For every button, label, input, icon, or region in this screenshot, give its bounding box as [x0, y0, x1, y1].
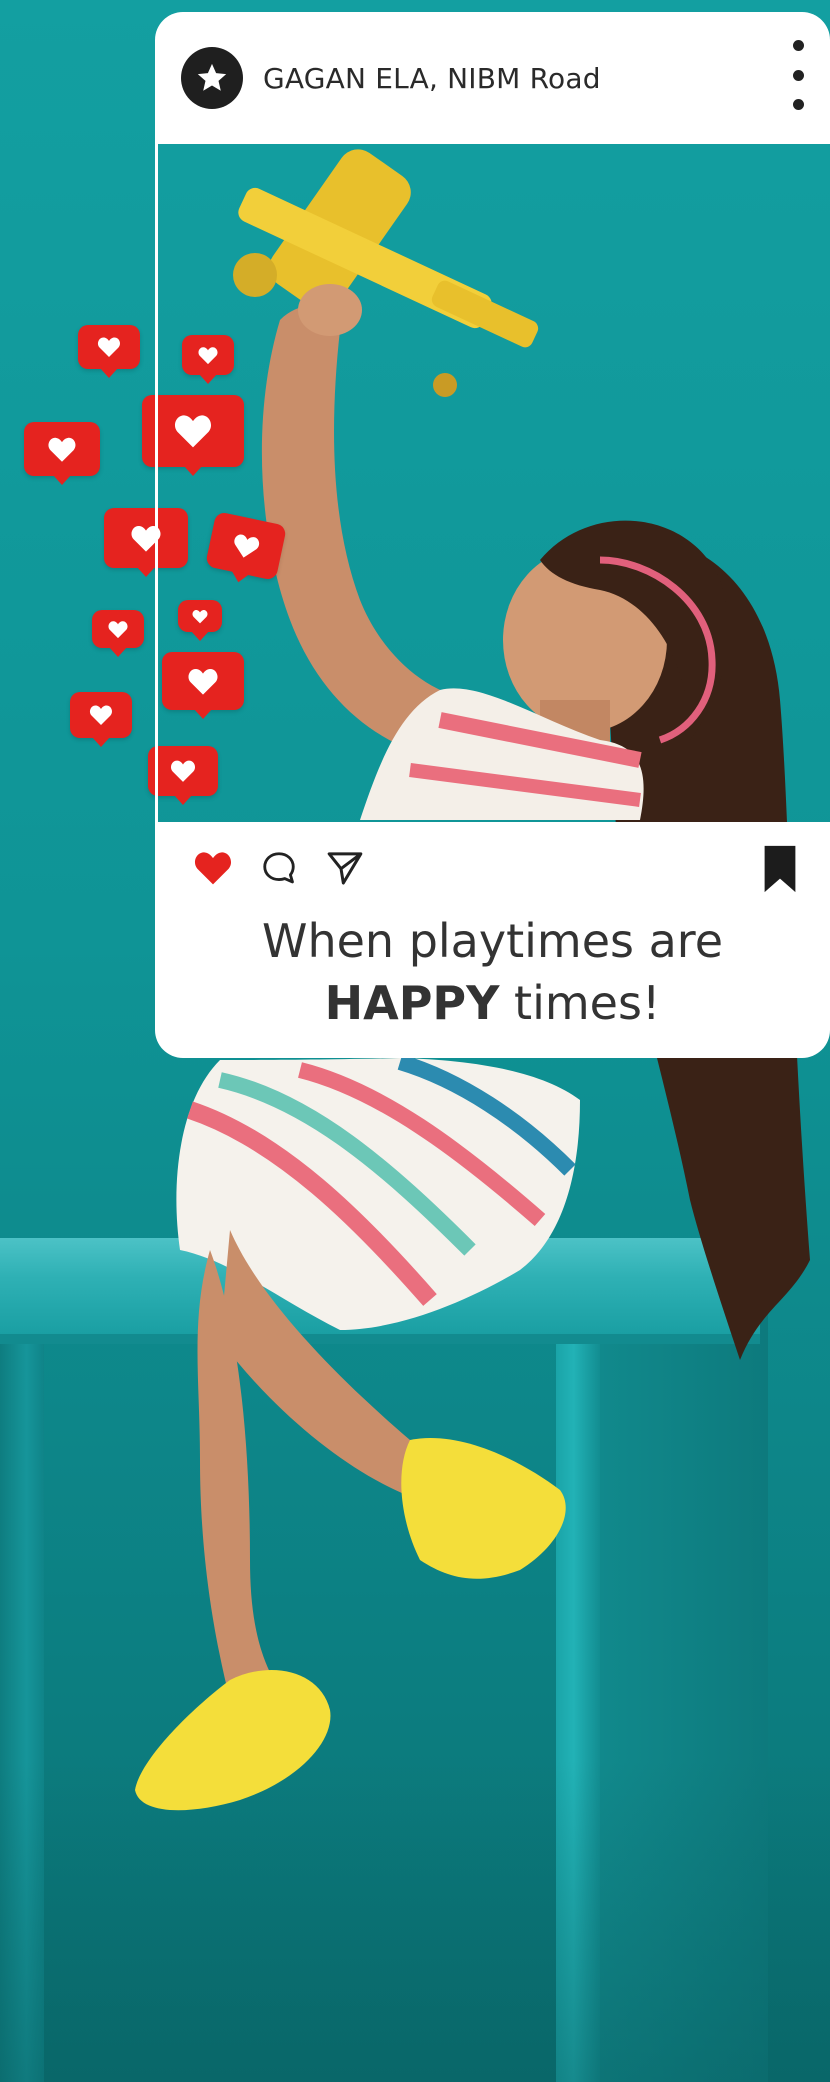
like-heart-sticker-icon	[78, 325, 140, 378]
like-heart-sticker-icon	[24, 422, 100, 485]
send-paper-plane-icon	[327, 852, 363, 885]
table-edge	[0, 1334, 760, 1344]
star-icon	[197, 63, 227, 91]
bookmark-button[interactable]	[760, 844, 800, 894]
bookmark-filled-icon	[764, 845, 796, 893]
like-heart-sticker-icon	[92, 610, 144, 657]
floor-shadow	[0, 1760, 830, 2082]
comment-button[interactable]	[257, 846, 301, 890]
more-options-button[interactable]	[784, 40, 812, 110]
ad-canvas: GAGAN ELA, NIBM Road When playtimes are …	[0, 0, 830, 2082]
account-name[interactable]: GAGAN ELA, NIBM Road	[263, 62, 601, 95]
table-top	[0, 1238, 760, 1334]
post-header: GAGAN ELA, NIBM Road	[155, 12, 830, 144]
caption-highlight: HAPPY	[324, 976, 500, 1030]
caption-rest: times!	[499, 976, 661, 1030]
post-caption: When playtimes are HAPPY times!	[155, 910, 830, 1034]
comment-bubble-icon	[263, 852, 295, 884]
like-heart-sticker-icon	[182, 335, 234, 384]
like-heart-sticker-icon	[162, 652, 244, 719]
share-button[interactable]	[323, 846, 367, 890]
like-heart-sticker-icon	[178, 600, 222, 641]
account-avatar[interactable]	[181, 47, 243, 109]
like-heart-sticker-icon	[70, 692, 132, 747]
post-footer: When playtimes are HAPPY times!	[155, 822, 830, 1058]
like-heart-sticker-icon	[148, 746, 218, 805]
heart-filled-icon	[194, 852, 232, 885]
post-actions	[191, 846, 367, 890]
like-heart-sticker-icon	[104, 508, 188, 577]
caption-line-2: HAPPY times!	[155, 972, 830, 1034]
caption-line-1: When playtimes are	[261, 914, 723, 968]
post-frame-border	[155, 144, 158, 824]
like-button[interactable]	[191, 846, 235, 890]
more-vertical-icon	[792, 40, 804, 51]
